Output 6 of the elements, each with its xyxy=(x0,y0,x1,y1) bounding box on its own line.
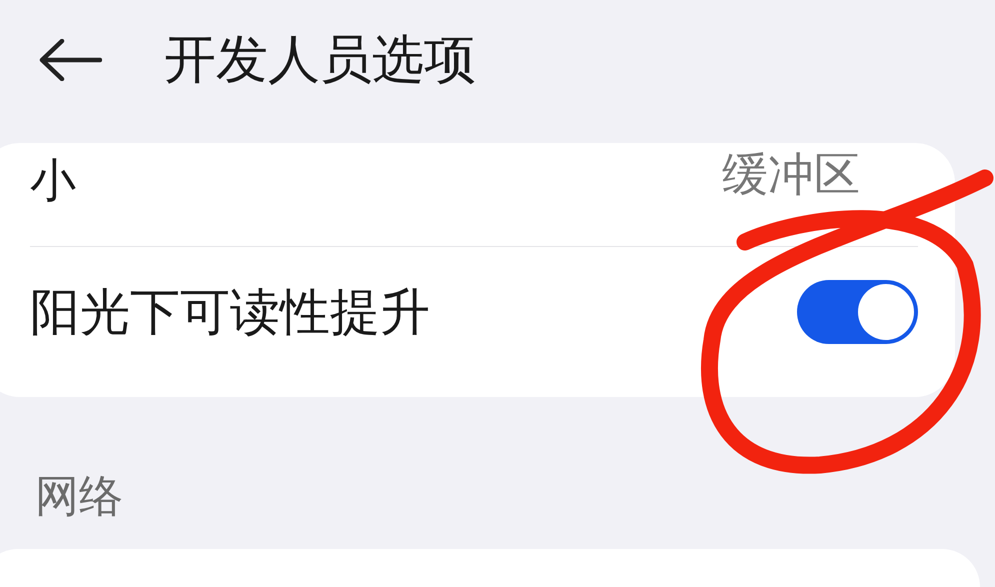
page-title: 开发人员选项 xyxy=(164,34,476,86)
setting-value: 缓冲区 xyxy=(722,150,860,197)
setting-label: 小 xyxy=(30,156,76,203)
setting-label: 阳光下可读性提升 xyxy=(30,286,430,337)
section-header: 网络 xyxy=(35,475,124,520)
back-arrow-icon xyxy=(38,39,102,82)
